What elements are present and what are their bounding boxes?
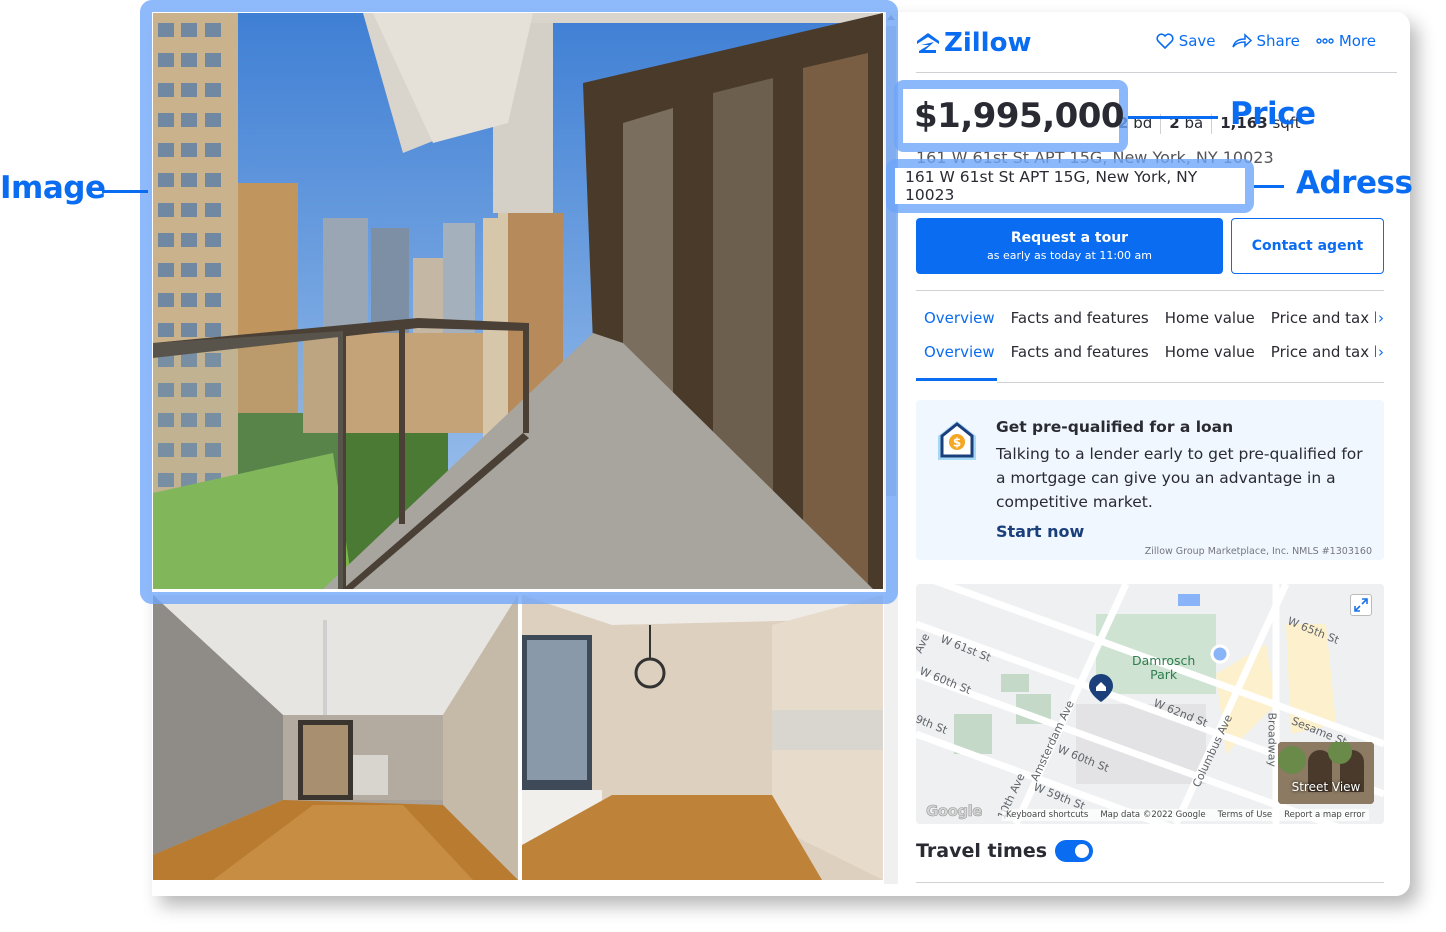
- zillow-logo-icon: [917, 33, 939, 53]
- expand-icon: [1354, 598, 1368, 612]
- header-divider: [916, 72, 1397, 73]
- nmls-disclaimer: Zillow Group Marketplace, Inc. NMLS #130…: [1144, 546, 1372, 557]
- listing-price: $1,995,000: [914, 96, 1125, 136]
- start-now-link[interactable]: Start now: [996, 522, 1084, 541]
- scroll-up-arrow-icon[interactable]: [887, 15, 895, 20]
- tab-home-value[interactable]: Home value: [1157, 309, 1263, 327]
- house-dollar-icon: $: [938, 421, 976, 460]
- annotation-price-line: [1128, 116, 1218, 119]
- active-tab-indicator: [916, 378, 997, 381]
- svg-text:$: $: [953, 436, 961, 450]
- annotation-image-line: [102, 190, 148, 193]
- street-label: Broadway: [1265, 712, 1279, 768]
- tabs-divider: [997, 382, 1384, 383]
- travel-times-toggle[interactable]: [1055, 840, 1094, 862]
- tab-overview[interactable]: Overview: [916, 343, 1003, 361]
- address-highlight-box: 161 W 61st St APT 15G, New York, NY 1002…: [886, 159, 1254, 213]
- more-label: More: [1338, 32, 1376, 50]
- price-highlight-box: $1,995,000: [894, 80, 1128, 152]
- photo-gallery: [152, 12, 898, 884]
- chevron-right-icon[interactable]: ›: [1376, 343, 1384, 361]
- home-location-pin-icon[interactable]: [1089, 674, 1113, 704]
- request-tour-button[interactable]: Request a tour as early as today at 11:0…: [916, 218, 1223, 274]
- loan-card-title: Get pre-qualified for a loan: [996, 418, 1234, 436]
- street-view-label: Street View: [1291, 780, 1361, 794]
- zillow-logo[interactable]: Zillow: [916, 28, 1031, 58]
- location-map[interactable]: W 61st St W 60th St W 60th St W 62nd St …: [916, 584, 1384, 824]
- travel-times-section: Travel times: [916, 840, 1094, 862]
- prequalify-loan-card: $ Get pre-qualified for a loan Talking t…: [916, 400, 1384, 560]
- map-data-attribution: Map data ©2022 Google: [1100, 810, 1206, 820]
- zillow-logo-text: Zillow: [944, 28, 1032, 58]
- tab-facts-and-features[interactable]: Facts and features: [1003, 343, 1157, 361]
- terms-of-use-link[interactable]: Terms of Use: [1218, 810, 1273, 820]
- tab-price-and-tax-history[interactable]: Price and tax hist: [1263, 343, 1384, 361]
- annotation-address-line: [1254, 185, 1284, 188]
- photo-living-room[interactable]: [153, 595, 518, 880]
- save-button[interactable]: Save: [1156, 32, 1216, 50]
- annotation-image-label: Image: [0, 170, 106, 206]
- request-tour-subtitle: as early as today at 11:00 am: [986, 249, 1152, 262]
- header-actions: Save Share More: [1156, 32, 1376, 50]
- fullscreen-expand-button[interactable]: [1350, 594, 1372, 616]
- request-tour-title: Request a tour: [1010, 230, 1129, 246]
- annotation-price-label: Price: [1230, 96, 1316, 132]
- report-map-error-link[interactable]: Report a map error: [1284, 810, 1365, 820]
- section-tabs: Overview Facts and features Home value P…: [916, 343, 1384, 361]
- travel-times-label: Travel times: [916, 840, 1048, 862]
- highlighted-address: 161 W 61st St APT 15G, New York, NY 1002…: [905, 168, 1198, 204]
- street-view-thumbnail[interactable]: Street View: [1278, 742, 1374, 804]
- tab-home-value[interactable]: Home value: [1157, 343, 1263, 361]
- share-label: Share: [1256, 32, 1300, 50]
- street-view-image: [1278, 742, 1374, 804]
- section-tabs-ghost: Overview Facts and features Home value P…: [916, 309, 1384, 327]
- share-icon: [1231, 33, 1252, 48]
- tab-overview[interactable]: Overview: [916, 309, 1003, 327]
- google-logo: Google: [926, 802, 983, 821]
- buttons-divider: [916, 290, 1384, 291]
- annotation-address-label: Adress: [1296, 165, 1413, 201]
- photo-dining-room[interactable]: [522, 595, 883, 880]
- top-bar: Zillow Save Share More: [916, 24, 1396, 72]
- more-dots-icon: [1316, 38, 1334, 44]
- park-label: Damrosch Park: [1132, 653, 1196, 682]
- keyboard-shortcuts-link[interactable]: Keyboard shortcuts: [1006, 810, 1088, 820]
- loan-card-body: Talking to a lender early to get pre-qua…: [996, 445, 1363, 511]
- contact-agent-button[interactable]: Contact agent: [1231, 218, 1384, 274]
- share-button[interactable]: Share: [1231, 32, 1300, 50]
- more-button[interactable]: More: [1316, 32, 1376, 50]
- bottom-divider: [916, 882, 1384, 883]
- save-label: Save: [1178, 32, 1216, 50]
- map-footer-links: Keyboard shortcuts Map data ©2022 Google…: [1002, 809, 1370, 821]
- chevron-right-icon[interactable]: ›: [1376, 309, 1384, 327]
- tab-price-and-tax-history[interactable]: Price and tax hist: [1263, 309, 1384, 327]
- heart-icon: [1156, 33, 1174, 49]
- tab-facts-and-features[interactable]: Facts and features: [1003, 309, 1157, 327]
- main-photo-balcony[interactable]: [153, 13, 883, 589]
